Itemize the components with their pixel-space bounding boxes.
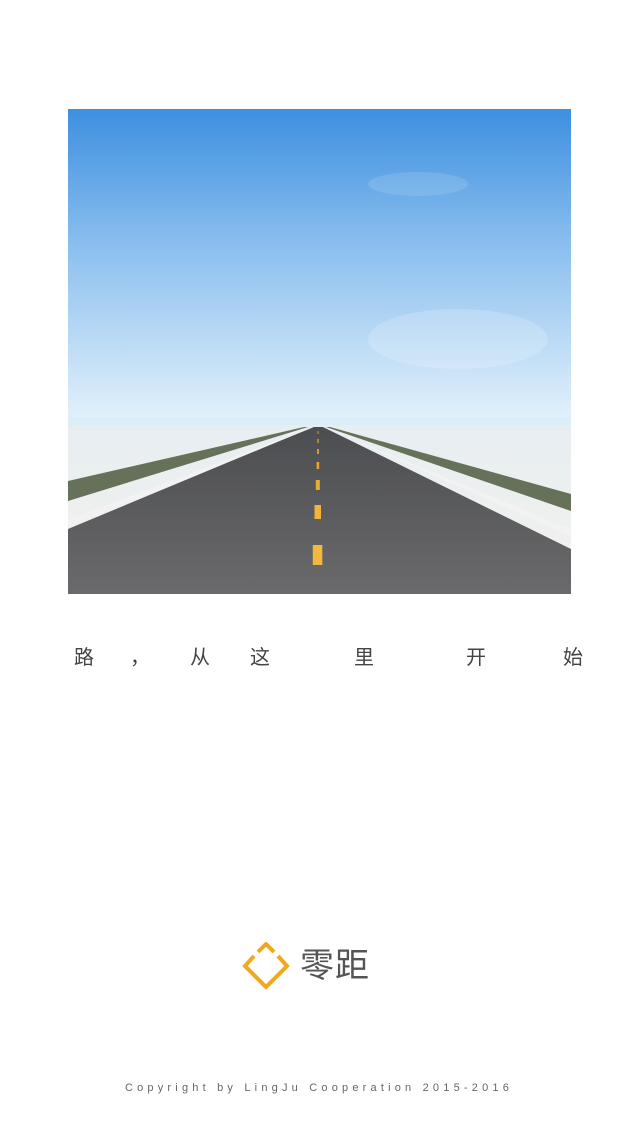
brand-name: 零距 — [300, 946, 370, 986]
tagline-char: 这 — [250, 645, 270, 669]
tagline-char: 开 — [466, 645, 486, 669]
tagline-char: 里 — [354, 645, 374, 669]
tagline-char: 路 — [74, 645, 94, 669]
hero-image — [68, 109, 571, 594]
copyright-text: Copyright by LingJu Cooperation 2015-201… — [124, 1082, 514, 1094]
road-photo — [68, 109, 571, 594]
tagline-char: ， — [130, 645, 150, 669]
diamond-logo-icon — [242, 942, 290, 990]
tagline-char: 始 — [563, 645, 583, 669]
tagline-char: 从 — [190, 645, 210, 669]
brand-logo: 零距 — [242, 940, 402, 992]
tagline: 路 ， 从 这 里 开 始 — [0, 640, 638, 674]
